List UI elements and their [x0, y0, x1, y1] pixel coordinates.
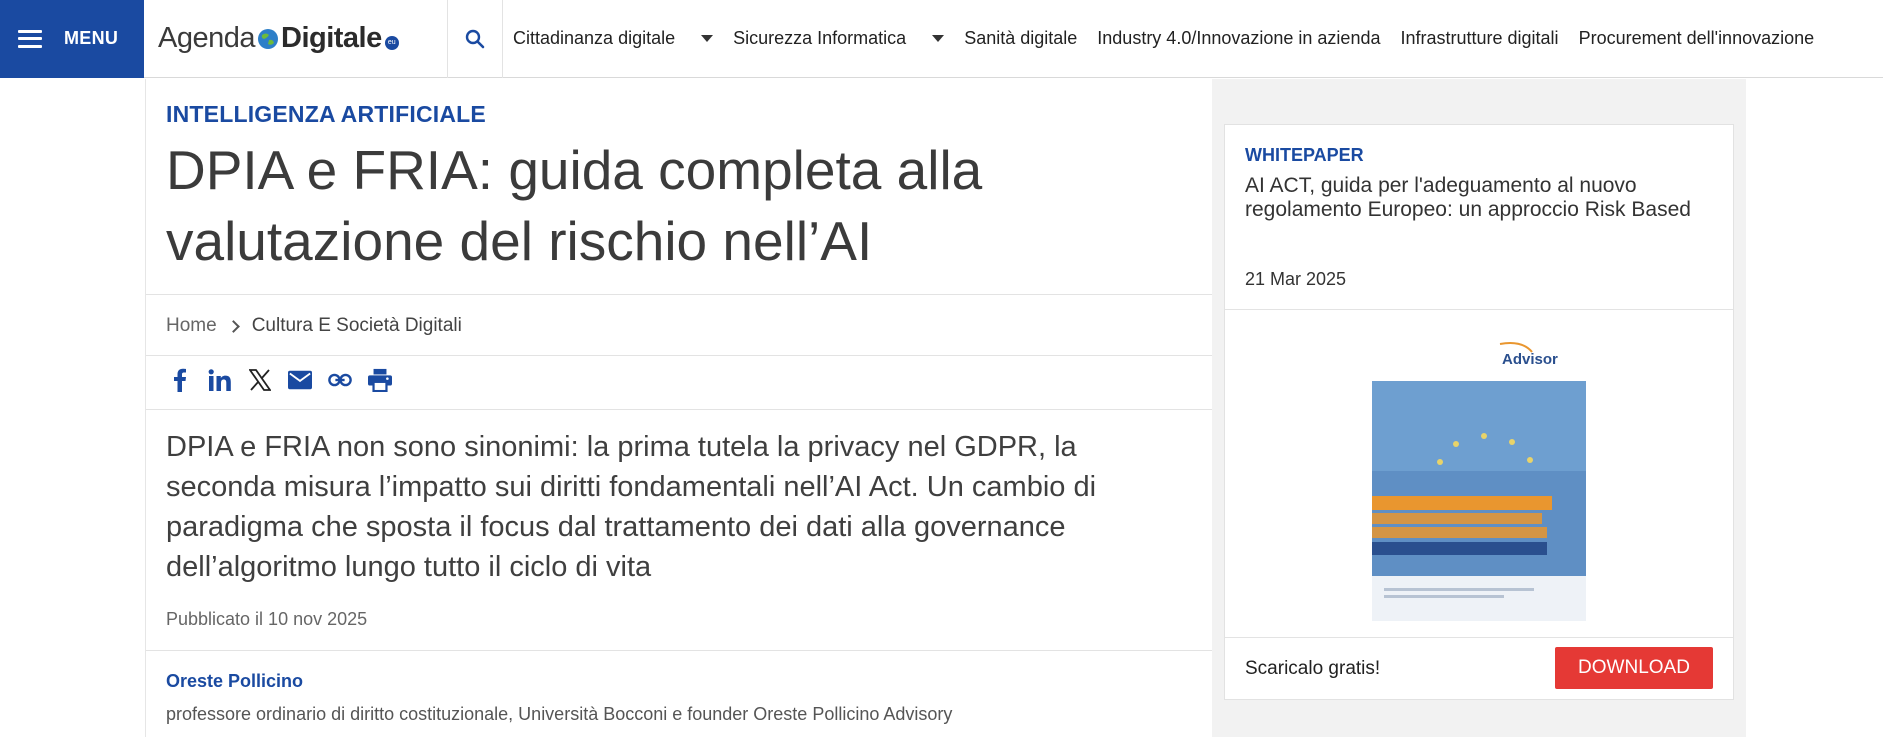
facebook-icon[interactable] [168, 368, 192, 392]
nav-item-procurement[interactable]: Procurement dell'innovazione [1579, 28, 1815, 49]
article-summary: DPIA e FRIA non sono sinonimi: la prima … [166, 431, 1097, 583]
menu-button[interactable]: MENU [0, 0, 144, 78]
nav-item-infrastrutture-digitali[interactable]: Infrastrutture digitali [1400, 28, 1558, 49]
whitepaper-card: WHITEPAPER AI ACT, guida per l'adeguamen… [1224, 124, 1734, 700]
whitepaper-cover-image[interactable]: Advisor [1372, 336, 1586, 621]
whitepaper-date: 21 Mar 2025 [1245, 269, 1347, 289]
chevron-right-icon [226, 319, 240, 333]
article-header: INTELLIGENZA ARTIFICIALE DPIA e FRIA: gu… [145, 79, 1213, 737]
top-navigation-bar: MENU Agenda Digitale eu Cittadinanza dig… [0, 0, 1883, 78]
nav-item-label: Cittadinanza digitale [513, 28, 676, 48]
caret-down-icon[interactable] [932, 35, 945, 42]
nav-item-label: Infrastrutture digitali [1400, 28, 1559, 48]
email-icon[interactable] [288, 368, 312, 392]
nav-item-sicurezza-informatica[interactable]: Sicurezza Informatica [733, 28, 945, 49]
hamburger-icon [18, 29, 42, 48]
breadcrumb-home[interactable]: Home [166, 315, 217, 337]
nav-item-sanita-digitale[interactable]: Sanità digitale [964, 28, 1077, 49]
sidebar: WHITEPAPER AI ACT, guida per l'adeguamen… [1212, 79, 1746, 737]
globe-icon [258, 28, 278, 49]
whitepaper-title[interactable]: AI ACT, guida per l'adeguamento al nuovo… [1245, 174, 1715, 222]
article-title: DPIA e FRIA: guida completa alla valutaz… [166, 139, 983, 272]
main-nav: Cittadinanza digitale Sicurezza Informat… [503, 0, 1834, 78]
whitepaper-label: WHITEPAPER [1245, 145, 1364, 165]
search-button[interactable] [448, 0, 503, 78]
nav-item-label: Sanità digitale [964, 28, 1078, 48]
link-icon[interactable] [328, 368, 352, 392]
nav-item-label: Procurement dell'innovazione [1578, 28, 1815, 48]
logo-text-digitale: Digitale [281, 22, 382, 54]
cover-brand-text: Advisor [1502, 351, 1558, 368]
site-logo[interactable]: Agenda Digitale eu [144, 0, 448, 78]
breadcrumb-section[interactable]: Cultura E Società Digitali [252, 315, 462, 337]
menu-label: MENU [64, 28, 119, 48]
logo-eu-badge: eu [384, 35, 399, 50]
divider [146, 294, 1213, 295]
author-role: professore ordinario di diritto costituz… [166, 704, 953, 724]
divider [1225, 637, 1733, 638]
caret-down-icon[interactable] [701, 35, 714, 42]
nav-item-label: Sicurezza Informatica [733, 28, 907, 48]
x-icon[interactable] [248, 368, 272, 392]
linkedin-icon[interactable] [208, 368, 232, 392]
divider [146, 650, 1213, 651]
nav-item-industry-4[interactable]: Industry 4.0/Innovazione in azienda [1097, 28, 1380, 49]
search-icon [465, 29, 485, 48]
nav-item-label: Industry 4.0/Innovazione in azienda [1097, 28, 1381, 48]
nav-item-cittadinanza-digitale[interactable]: Cittadinanza digitale [513, 28, 714, 49]
breadcrumb: Home Cultura E Società Digitali [166, 315, 462, 337]
download-button[interactable]: DOWNLOAD [1555, 647, 1713, 689]
article-category[interactable]: INTELLIGENZA ARTIFICIALE [166, 101, 486, 128]
share-bar [168, 368, 392, 392]
author-name[interactable]: Oreste Pollicino [166, 671, 303, 692]
divider [1225, 309, 1733, 310]
whitepaper-cta-text: Scaricalo gratis! [1245, 658, 1381, 679]
publish-date: Pubblicato il 10 nov 2025 [166, 609, 368, 629]
divider [146, 409, 1213, 410]
print-icon[interactable] [368, 368, 392, 392]
logo-text-agenda: Agenda [158, 22, 256, 54]
divider [146, 355, 1213, 356]
whitepaper-cover-art: Advisor [1372, 336, 1586, 621]
